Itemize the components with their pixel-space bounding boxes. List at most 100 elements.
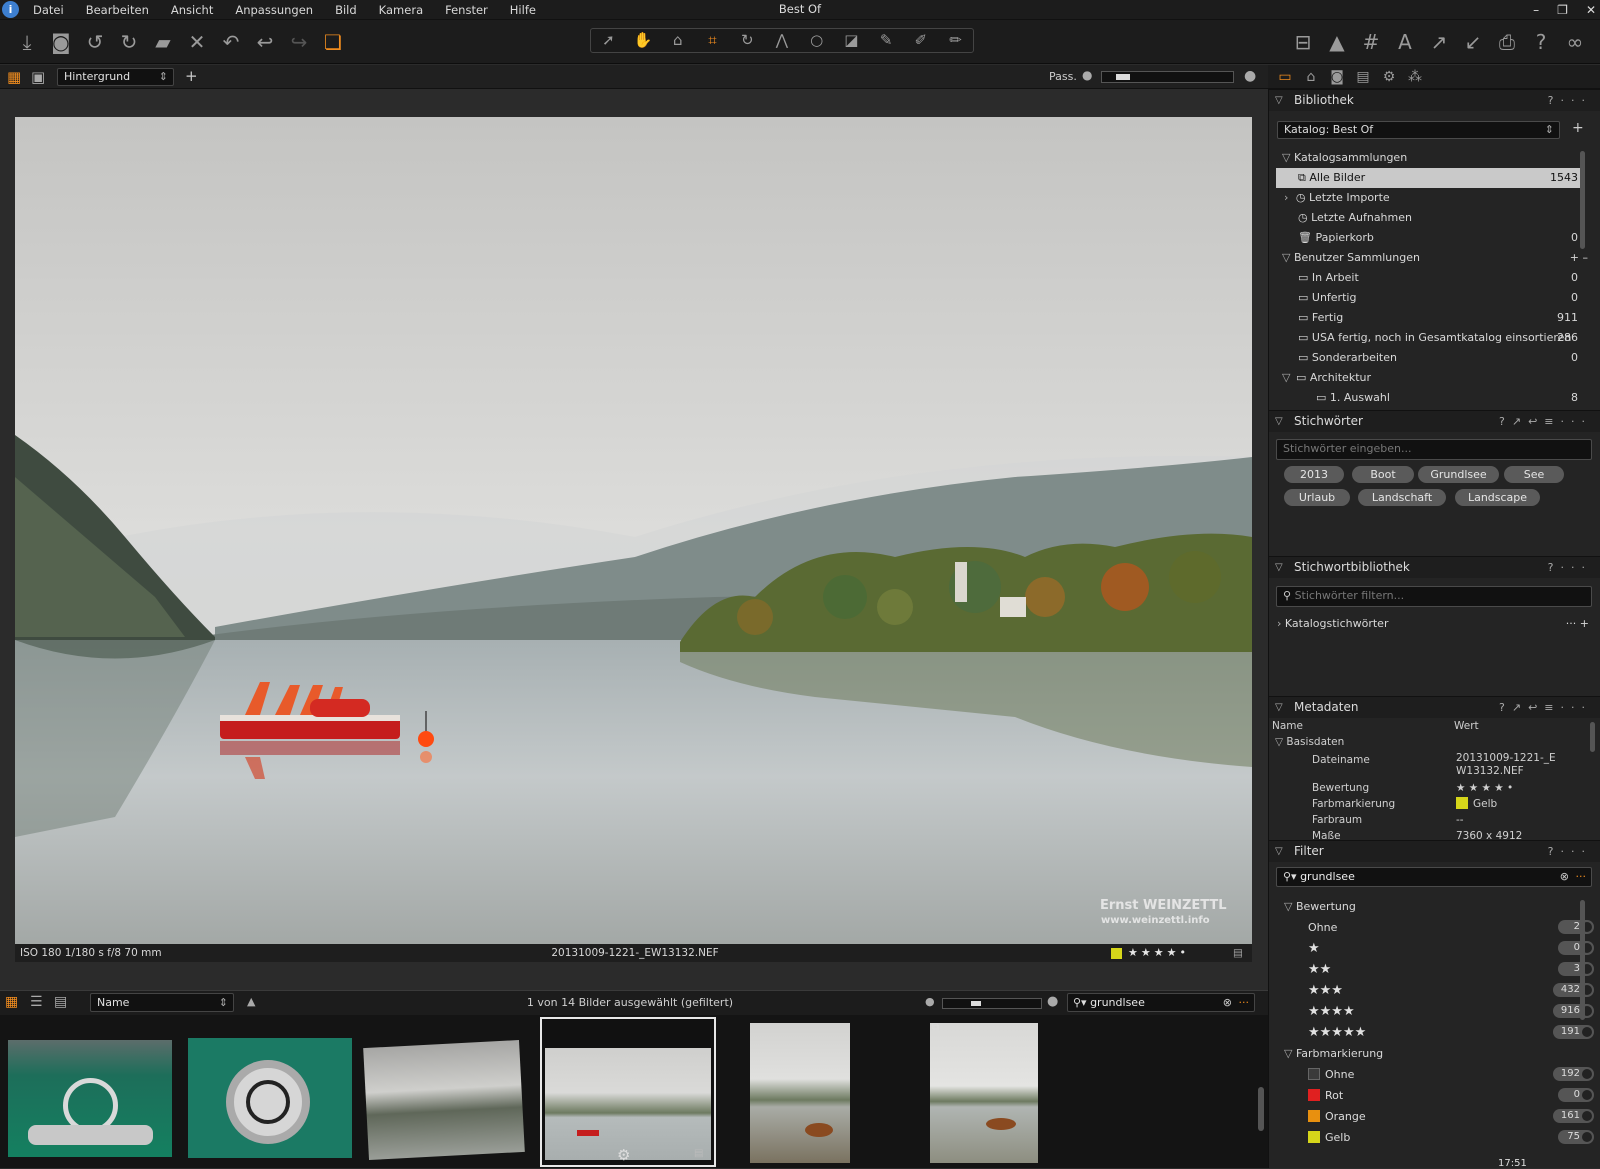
exposure-warning-icon[interactable]: ▲ — [1320, 22, 1354, 62]
filter-scrollbar[interactable] — [1580, 900, 1585, 1020]
variant-select[interactable]: Hintergrund ⇕ — [57, 68, 174, 86]
capture-tab-icon[interactable]: ⌂ — [1298, 69, 1324, 85]
collection-recent-imports[interactable]: › ◷ Letzte Importe — [1276, 188, 1582, 208]
filter-rating-row[interactable]: ★★ 3 — [1308, 959, 1598, 980]
filter-color-row[interactable]: Rot 0 — [1308, 1085, 1598, 1106]
collection-recent-captures[interactable]: ◷ Letzte Aufnahmen — [1276, 208, 1582, 228]
output-tab-icon[interactable]: ⁂ — [1402, 69, 1428, 85]
sort-direction-icon[interactable]: ▲ — [247, 995, 255, 1008]
print-icon[interactable]: ⎙ — [1490, 22, 1524, 62]
filter-rating-row[interactable]: ★★★★★ 191 — [1308, 1022, 1598, 1043]
reset-icon[interactable]: ↶ — [214, 22, 248, 62]
catalog-select[interactable]: Katalog: Best Of ⇕ — [1277, 121, 1560, 139]
export-icon[interactable]: ↗ — [1422, 22, 1456, 62]
keyword-tag[interactable]: Boot — [1352, 466, 1414, 483]
filter-section-header[interactable]: ▽ Filter ?··· — [1269, 840, 1600, 862]
filter-rating-group[interactable]: ▽ Bewertung — [1284, 900, 1356, 913]
thumbnail[interactable] — [2, 1018, 174, 1166]
collection-all-images[interactable]: ⧉ Alle Bilder 1543 — [1276, 168, 1582, 188]
text-icon[interactable]: A — [1388, 22, 1422, 62]
keyword-tag[interactable]: Landschaft — [1358, 489, 1446, 506]
crop-icon[interactable]: ⌗ — [696, 29, 730, 52]
menu-hilfe[interactable]: Hilfe — [499, 1, 547, 20]
single-view-icon[interactable]: ▣ — [31, 68, 45, 86]
keystone-icon[interactable]: ⋀ — [765, 29, 799, 52]
filter-color-row[interactable]: Gelb 75 — [1308, 1127, 1598, 1148]
menu-fenster[interactable]: Fenster — [434, 1, 499, 20]
delete-icon[interactable]: ✕ — [180, 22, 214, 62]
erase-mask-icon[interactable]: ✏ — [939, 29, 973, 52]
copy-adjustments-icon[interactable]: ▰ — [146, 22, 180, 62]
filter-color-group[interactable]: ▽ Farbmarkierung — [1284, 1047, 1383, 1060]
redo-icon[interactable]: ↪ — [282, 22, 316, 62]
library-tab-icon[interactable]: ▭ — [1272, 69, 1298, 85]
keyword-input[interactable]: Stichwörter eingeben... — [1276, 439, 1592, 460]
filter-color-row[interactable]: Orange 161 — [1308, 1106, 1598, 1127]
keyword-tag[interactable]: 2013 — [1284, 466, 1344, 483]
filter-rating-row[interactable]: Ohne 2 — [1308, 917, 1598, 938]
multi-view-icon[interactable]: ▦ — [7, 68, 21, 86]
thumbnail-selected[interactable]: ⚙ ▤ — [540, 1017, 716, 1167]
collection-item[interactable]: ▭ Sonderarbeiten 0 — [1276, 348, 1582, 368]
color-tag[interactable] — [1111, 948, 1122, 959]
collection-item[interactable]: ▭ USA fertig, noch in Gesamtkatalog eins… — [1276, 328, 1582, 348]
menu-bearbeiten[interactable]: Bearbeiten — [75, 1, 160, 20]
adjust-tab-icon[interactable]: ⚙ — [1376, 69, 1402, 85]
loupe-icon[interactable]: ⌂ — [661, 29, 695, 52]
select-cursor-icon[interactable]: ➚ — [591, 29, 625, 52]
clear-search-icon[interactable]: ⊗ — [1223, 994, 1232, 1011]
rotate-right-icon[interactable]: ↻ — [112, 22, 146, 62]
minimize-icon[interactable]: – — [1533, 3, 1539, 17]
collection-item[interactable]: ▭ Unfertig 0 — [1276, 288, 1582, 308]
browser-scrollbar[interactable] — [1258, 1087, 1264, 1131]
grid-icon[interactable]: # — [1354, 22, 1388, 62]
metadata-scrollbar[interactable] — [1590, 722, 1595, 752]
menu-kamera[interactable]: Kamera — [368, 1, 434, 20]
collection-trash[interactable]: 🗑 Papierkorb 0 — [1276, 228, 1582, 248]
pan-hand-icon[interactable]: ✋ — [626, 29, 660, 52]
keyword-tag[interactable]: Urlaub — [1284, 489, 1350, 506]
details-tab-icon[interactable]: ▤ — [1350, 69, 1376, 85]
proof-glasses-icon[interactable]: ∞ — [1558, 22, 1592, 62]
metadata-section-header[interactable]: ▽ Metadaten ?↗↩≡··· — [1269, 696, 1600, 718]
camera-tab-icon[interactable]: ◙ — [1324, 69, 1350, 85]
settings-gear-icon[interactable]: ⚙ — [617, 1146, 630, 1164]
menu-bild[interactable]: Bild — [324, 1, 368, 20]
menu-ansicht[interactable]: Ansicht — [160, 1, 224, 20]
spot-removal-icon[interactable]: ○ — [800, 29, 834, 52]
filter-rating-row[interactable]: ★★★ 432 — [1308, 980, 1598, 1001]
library-scrollbar[interactable] — [1580, 151, 1585, 249]
star-rating[interactable]: ★★★★• — [1128, 944, 1189, 962]
filter-color-row[interactable]: Ohne 192 — [1308, 1064, 1598, 1085]
menu-datei[interactable]: Datei — [22, 1, 75, 20]
filter-rating-row[interactable]: ★ 0 — [1308, 938, 1598, 959]
filmstrip-view-icon[interactable]: ▤ — [54, 994, 67, 1010]
keyword-filter-input[interactable]: ⚲ Stichwörter filtern... — [1276, 586, 1592, 607]
keyword-library-section-header[interactable]: ▽ Stichwortbibliothek ?··· — [1269, 556, 1600, 578]
close-window-icon[interactable]: ✕ — [1586, 3, 1596, 17]
add-variant-icon[interactable]: + — [185, 67, 198, 85]
filter-options-icon[interactable]: ··· — [1576, 868, 1587, 886]
collection-item[interactable]: ▭ 1. Auswahl 8 — [1276, 388, 1582, 408]
help-icon[interactable]: ? — [1524, 22, 1558, 62]
list-view-icon[interactable]: ☰ — [30, 994, 43, 1010]
process-icon[interactable]: ↙ — [1456, 22, 1490, 62]
thumbnail-size-slider[interactable] — [942, 998, 1042, 1009]
compare-icon[interactable]: ⊟ — [1286, 22, 1320, 62]
keyword-tag[interactable]: Landscape — [1455, 489, 1540, 506]
keywords-section-header[interactable]: ▽ Stichwörter ?↗↩≡··· — [1269, 410, 1600, 432]
search-options-icon[interactable]: ··· — [1239, 994, 1250, 1011]
thumbnail[interactable] — [738, 1018, 910, 1166]
thumbnail-view-icon[interactable]: ▦ — [5, 994, 18, 1010]
filter-rating-row[interactable]: ★★★★ 916 — [1308, 1001, 1598, 1022]
sort-select[interactable]: Name ⇕ — [90, 993, 234, 1012]
app-icon[interactable]: i — [2, 1, 19, 18]
picker-icon[interactable]: ✎ — [869, 29, 903, 52]
thumbnail[interactable] — [180, 1018, 352, 1166]
library-section-header[interactable]: ▽ Bibliothek ?··· — [1269, 89, 1600, 111]
filter-search-input[interactable]: ⚲▾ grundlsee ⊗ ··· — [1276, 867, 1592, 887]
add-catalog-icon[interactable]: + — [1572, 120, 1584, 136]
maximize-icon[interactable]: ❐ — [1557, 3, 1568, 17]
browser-search-input[interactable]: ⚲▾ grundlsee ⊗ ··· — [1067, 993, 1255, 1012]
rotate-tool-icon[interactable]: ↻ — [730, 29, 764, 52]
